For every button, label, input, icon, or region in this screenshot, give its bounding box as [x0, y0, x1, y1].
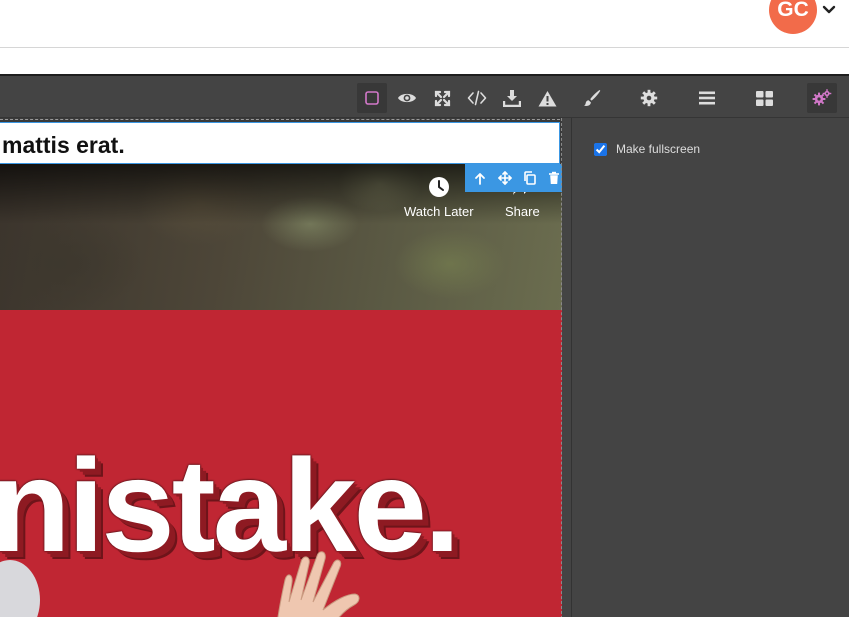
warning-triangle-icon	[538, 90, 556, 106]
trait-make-fullscreen[interactable]: Make fullscreen	[594, 142, 700, 156]
avatar-initials: GC	[777, 0, 809, 21]
block-manager-button[interactable]	[749, 83, 779, 113]
make-fullscreen-label: Make fullscreen	[616, 142, 701, 156]
editor-toolbar	[0, 76, 849, 118]
gears-icon	[812, 89, 832, 106]
trait-manager-button[interactable]	[634, 83, 664, 113]
editor: mattis erat. Watch Later Share nistake.	[0, 74, 849, 617]
user-avatar[interactable]: GC	[769, 0, 817, 34]
settings-panel: Make fullscreen	[571, 118, 849, 617]
paintbrush-icon	[584, 90, 601, 106]
import-button[interactable]	[497, 83, 527, 113]
preview-button[interactable]	[392, 83, 422, 113]
sw-visibility-button[interactable]	[357, 83, 387, 113]
top-header: GC	[0, 0, 849, 48]
warning-button[interactable]	[532, 83, 562, 113]
chevron-down-icon[interactable]	[821, 3, 837, 17]
export-code-button[interactable]	[462, 83, 492, 113]
eye-icon	[398, 93, 416, 103]
bars-icon	[699, 91, 715, 105]
layer-manager-button[interactable]	[692, 83, 722, 113]
grid-icon	[755, 90, 773, 106]
editor-canvas[interactable]: mattis erat. Watch Later Share nistake.	[0, 118, 562, 617]
style-manager-button[interactable]	[577, 83, 607, 113]
canvas-frame-outline	[0, 118, 562, 617]
code-icon	[467, 90, 487, 106]
settings-button[interactable]	[807, 83, 837, 113]
gear-icon	[640, 89, 658, 107]
expand-arrows-icon	[434, 90, 450, 106]
square-outline-icon	[365, 91, 379, 105]
download-icon	[503, 90, 521, 107]
make-fullscreen-checkbox[interactable]	[594, 142, 607, 156]
fullscreen-button[interactable]	[427, 83, 457, 113]
app-root: GC mattis erat. Watch Later Share nistak…	[0, 0, 849, 617]
